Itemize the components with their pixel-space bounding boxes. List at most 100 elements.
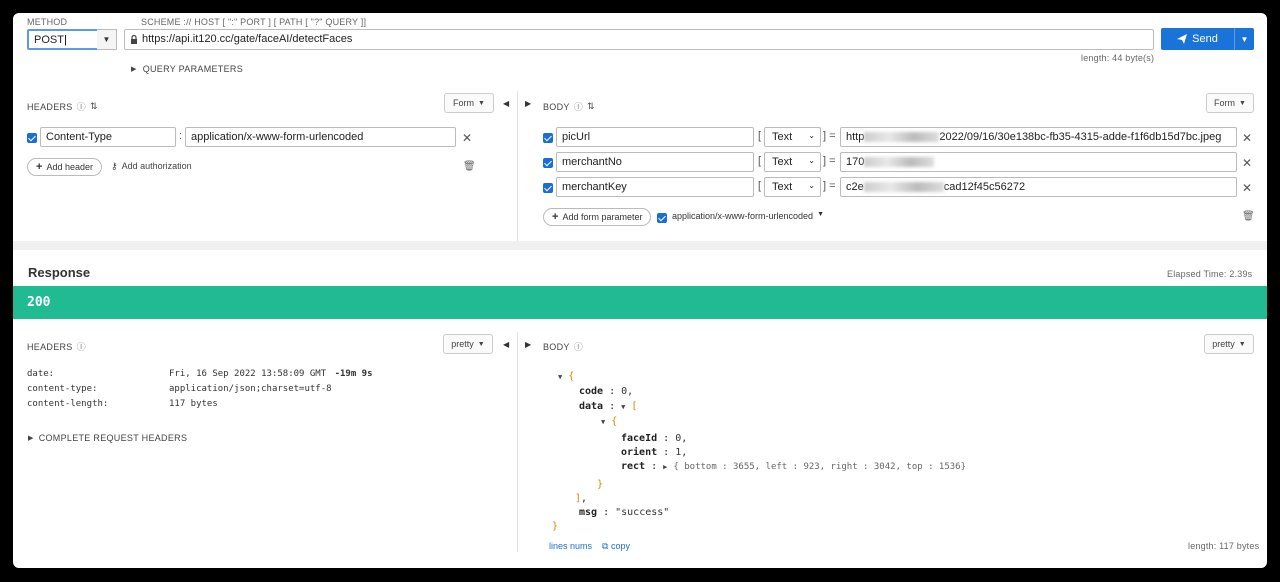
- dropdown-icon: ▼: [1239, 99, 1246, 107]
- json-root-open[interactable]: ▼ {: [558, 371, 574, 382]
- header-name: date:: [27, 369, 55, 379]
- expand-right-icon[interactable]: ▶: [525, 340, 531, 349]
- help-icon[interactable]: ⓘ: [574, 340, 583, 353]
- caret-down-icon: ▼: [601, 418, 606, 426]
- trash-icon[interactable]: 🗑: [1242, 211, 1255, 222]
- header-value: application/json;charset=utf-8: [169, 384, 332, 394]
- collapse-left-icon[interactable]: ◀: [503, 99, 509, 108]
- header-colon: :: [179, 130, 183, 142]
- param-value-input[interactable]: 170: [840, 152, 1237, 172]
- query-parameters-label: QUERY PARAMETERS: [142, 64, 244, 74]
- dropdown-icon: ▼: [477, 340, 485, 348]
- response-headers-format-select[interactable]: pretty ▼: [443, 334, 493, 354]
- split-divider[interactable]: [517, 91, 518, 241]
- bracket-close-equals: ] =: [823, 130, 836, 142]
- help-icon[interactable]: ⓘ: [77, 100, 86, 113]
- dropdown-icon: ▼: [817, 211, 824, 218]
- expand-right-icon[interactable]: ▶: [525, 99, 531, 108]
- param-name-input[interactable]: merchantKey: [556, 177, 754, 197]
- redacted-value: [863, 182, 944, 193]
- copy-icon: ⧉: [602, 541, 609, 551]
- line-numbers-toggle[interactable]: lines nums: [549, 541, 592, 552]
- complete-request-headers-toggle[interactable]: ▶ COMPLETE REQUEST HEADERS: [28, 433, 187, 443]
- send-label: Send: [1192, 33, 1218, 45]
- url-length: length: 44 byte(s): [1081, 53, 1155, 63]
- request-body-title: BODY ⓘ ⇅: [543, 100, 595, 113]
- request-panel: METHOD SCHEME :// HOST [ ":" PORT ] [ PA…: [13, 13, 1267, 241]
- caret-right-icon: ▶: [28, 435, 34, 442]
- encoding-checkbox[interactable]: [657, 213, 667, 223]
- param-enabled-checkbox[interactable]: [543, 183, 553, 193]
- header-enabled-checkbox[interactable]: [27, 133, 37, 143]
- add-authorization-link[interactable]: ⚷ Add authorization: [111, 161, 192, 172]
- response-title: Response: [28, 265, 91, 280]
- json-line-rect[interactable]: rect : ▶ { bottom : 3655, left : 923, ri…: [621, 461, 966, 472]
- dropdown-icon: ▼: [1238, 340, 1246, 348]
- status-code: 200: [27, 295, 51, 310]
- param-enabled-checkbox[interactable]: [543, 133, 553, 143]
- copy-button[interactable]: ⧉ copy: [602, 541, 630, 552]
- param-name-input[interactable]: picUrl: [556, 127, 754, 147]
- json-array-close: ],: [575, 493, 588, 504]
- param-value-input[interactable]: c2e cad12f45c56272: [840, 177, 1237, 197]
- url-input[interactable]: https://api.it120.cc/gate/faceAI/detectF…: [124, 29, 1154, 50]
- json-array-item-open[interactable]: ▼ {: [601, 416, 617, 427]
- sort-icon[interactable]: ⇅: [587, 101, 595, 112]
- header-value: 117 bytes: [169, 399, 218, 409]
- remove-param-icon[interactable]: ✕: [1242, 131, 1252, 145]
- response-headers-title: HEADERS ⓘ: [27, 340, 86, 353]
- header-name: content-length:: [27, 399, 109, 409]
- help-icon[interactable]: ⓘ: [574, 100, 583, 113]
- url-scheme-hint: SCHEME :// HOST [ ":" PORT ] [ PATH [ "?…: [141, 17, 367, 27]
- redacted-value: [864, 132, 940, 143]
- method-label: METHOD: [27, 17, 68, 27]
- help-icon[interactable]: ⓘ: [77, 340, 86, 353]
- elapsed-time: Elapsed Time: 2.39s: [1167, 269, 1253, 279]
- bracket-open: [: [758, 155, 762, 167]
- chevron-down-icon: ⌄: [808, 156, 815, 165]
- encoding-select[interactable]: application/x-www-form-urlencoded ▼: [672, 211, 824, 221]
- caret-down-icon: ▼: [558, 373, 563, 381]
- remove-param-icon[interactable]: ✕: [1242, 156, 1252, 170]
- json-line-orient: orient : 1,: [621, 447, 688, 458]
- json-line-data[interactable]: data : ▼ [: [579, 401, 637, 412]
- param-name-input[interactable]: merchantNo: [556, 152, 754, 172]
- response-body-format-select[interactable]: pretty ▼: [1204, 334, 1254, 354]
- header-name-input[interactable]: Content-Type: [40, 127, 176, 147]
- split-divider[interactable]: [517, 332, 518, 552]
- remove-param-icon[interactable]: ✕: [1242, 181, 1252, 195]
- json-line-msg: msg : "success": [579, 507, 670, 518]
- key-icon: ⚷: [111, 161, 118, 171]
- plus-icon: +: [36, 161, 43, 173]
- param-type-select[interactable]: Text ⌄: [764, 152, 821, 172]
- caret-right-icon: ▶: [663, 463, 668, 471]
- param-type-select[interactable]: Text ⌄: [764, 177, 821, 197]
- plus-icon: +: [552, 211, 559, 223]
- body-footer: lines nums ⧉ copy: [549, 541, 630, 552]
- bracket-close-equals: ] =: [823, 180, 836, 192]
- remove-header-icon[interactable]: ✕: [462, 131, 472, 145]
- body-mode-select[interactable]: Form ▼: [1206, 93, 1254, 113]
- caret-down-icon: ▼: [621, 403, 626, 411]
- send-button[interactable]: Send ▼: [1161, 28, 1254, 50]
- sort-icon[interactable]: ⇅: [90, 101, 98, 112]
- chevron-down-icon: ⌄: [808, 131, 815, 140]
- header-name: content-type:: [27, 384, 98, 394]
- date-offset: -19m 9s: [334, 369, 373, 379]
- url-value: https://api.it120.cc/gate/faceAI/detectF…: [142, 33, 353, 45]
- param-enabled-checkbox[interactable]: [543, 158, 553, 168]
- bracket-open: [: [758, 130, 762, 142]
- method-value: POST: [34, 34, 64, 46]
- collapse-left-icon[interactable]: ◀: [503, 340, 509, 349]
- trash-icon[interactable]: 🗑: [463, 161, 476, 172]
- send-options-icon[interactable]: ▼: [1234, 28, 1254, 50]
- param-type-select[interactable]: Text ⌄: [764, 127, 821, 147]
- headers-mode-select[interactable]: Form ▼: [444, 93, 494, 113]
- query-parameters-toggle[interactable]: ▶ QUERY PARAMETERS: [131, 64, 243, 74]
- add-header-button[interactable]: + Add header: [27, 158, 102, 176]
- param-value-input[interactable]: http 2022/09/16/30e138bc-fb35-4315-adde-f…: [840, 127, 1237, 147]
- method-dropdown-icon[interactable]: ▼: [97, 29, 117, 50]
- json-line-faceid: faceId : 0,: [621, 433, 688, 444]
- header-value-input[interactable]: application/x-www-form-urlencoded: [185, 127, 456, 147]
- add-form-parameter-button[interactable]: + Add form parameter: [543, 208, 652, 226]
